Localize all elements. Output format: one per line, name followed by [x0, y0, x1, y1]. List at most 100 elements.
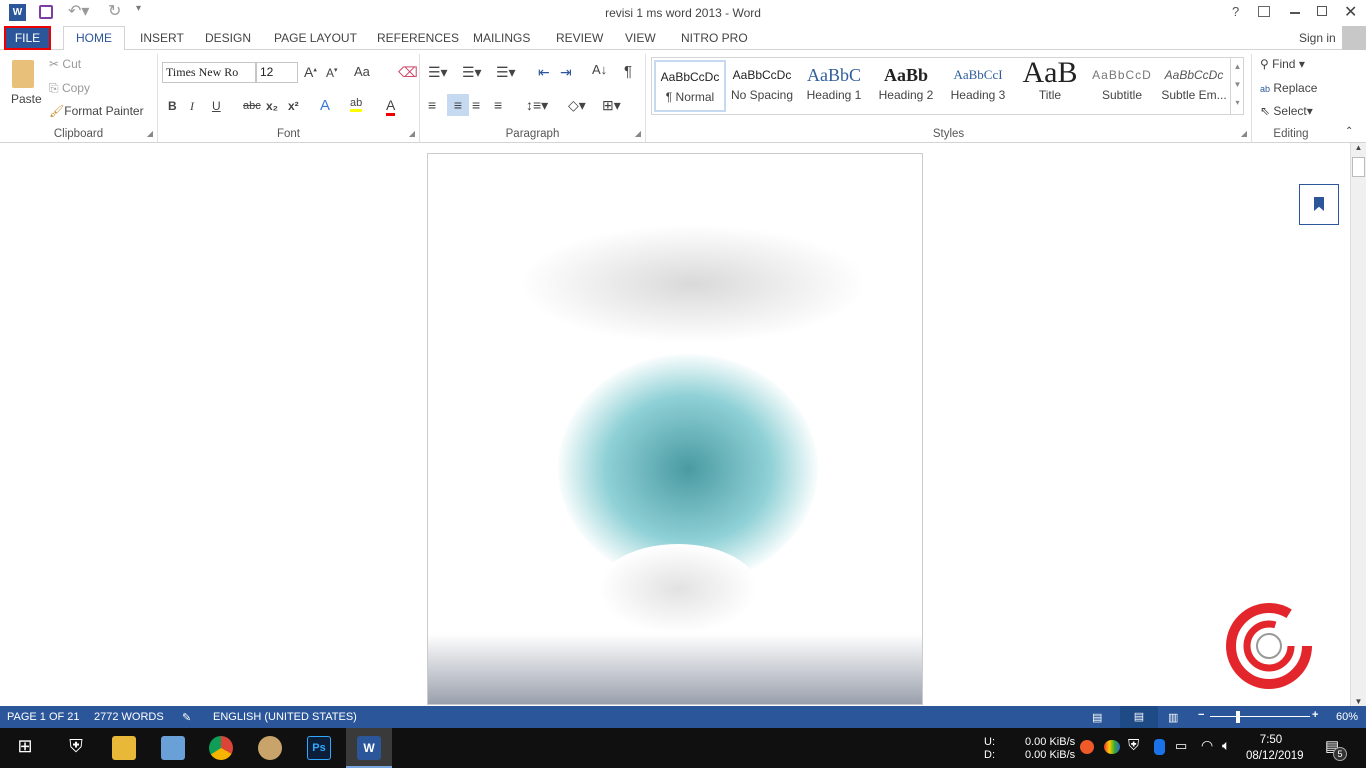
italic-button[interactable]: I: [190, 99, 194, 114]
tab-file[interactable]: FILE: [4, 26, 51, 50]
zoom-slider-thumb[interactable]: [1235, 711, 1240, 723]
security-shield-icon[interactable]: ⛨: [64, 736, 88, 760]
clipboard-launcher-icon[interactable]: ◢: [147, 129, 153, 138]
sort-icon[interactable]: A↓: [592, 62, 607, 77]
text-effects-icon[interactable]: A: [320, 97, 330, 114]
underline-button[interactable]: U: [212, 99, 221, 113]
cut-button[interactable]: ✂ Cut: [49, 57, 81, 71]
zoom-in-button[interactable]: +: [1312, 709, 1318, 721]
ribbon-display-options-icon[interactable]: [1258, 6, 1270, 17]
read-mode-icon[interactable]: ▤: [1092, 711, 1102, 724]
upload-tray-icon[interactable]: [1080, 740, 1094, 754]
font-name-combo[interactable]: Times New Ro: [162, 62, 256, 83]
numbering-icon[interactable]: ☰▾: [462, 64, 482, 81]
style-heading-1[interactable]: AaBbC Heading 1: [798, 60, 870, 112]
shading-icon[interactable]: ◇▾: [568, 97, 586, 114]
bluetooth-tray-icon[interactable]: [1154, 739, 1165, 755]
paint-icon[interactable]: [258, 736, 282, 760]
copy-button[interactable]: ⎘ Copy: [49, 81, 90, 96]
style-no-spacing[interactable]: AaBbCcDc No Spacing: [726, 60, 798, 112]
bold-button[interactable]: B: [168, 99, 177, 113]
photoshop-icon[interactable]: Ps: [307, 736, 331, 760]
restore-icon[interactable]: [1317, 6, 1327, 16]
photos-icon[interactable]: [161, 736, 185, 760]
find-button[interactable]: ⚲ Find ▾: [1260, 57, 1305, 71]
minimize-icon[interactable]: [1290, 12, 1300, 14]
collapse-ribbon-icon[interactable]: ⌃: [1345, 126, 1353, 137]
proofing-icon[interactable]: ✎: [182, 711, 191, 724]
chrome-icon[interactable]: [209, 736, 233, 760]
tab-home[interactable]: HOME: [63, 26, 125, 51]
avatar[interactable]: [1342, 26, 1366, 50]
bookmark-button[interactable]: [1299, 184, 1339, 225]
sign-in-link[interactable]: Sign in: [1299, 31, 1336, 45]
zoom-out-button[interactable]: −: [1198, 709, 1204, 721]
file-explorer-icon[interactable]: [112, 736, 136, 760]
vertical-scrollbar[interactable]: ▲ ▼: [1350, 143, 1366, 706]
line-spacing-icon[interactable]: ↕≡▾: [526, 97, 548, 114]
web-layout-icon[interactable]: ▥: [1168, 711, 1178, 724]
style-heading-2[interactable]: AaBb Heading 2: [870, 60, 942, 112]
font-launcher-icon[interactable]: ◢: [409, 129, 415, 138]
tab-review[interactable]: REVIEW: [556, 31, 603, 45]
multilevel-list-icon[interactable]: ☰▾: [496, 64, 516, 81]
style-title[interactable]: AaB Title: [1014, 60, 1086, 112]
download-manager-tray-icon[interactable]: [1104, 740, 1120, 754]
styles-scroll[interactable]: ▲ ▼ ▾: [1230, 58, 1244, 114]
paragraph-launcher-icon[interactable]: ◢: [635, 129, 641, 138]
format-painter-button[interactable]: 🖌Format Painter: [49, 104, 144, 118]
shrink-font-icon[interactable]: A▾: [326, 66, 338, 80]
print-layout-icon[interactable]: ▤: [1120, 706, 1158, 728]
borders-icon[interactable]: ⊞▾: [602, 97, 621, 114]
justify-icon[interactable]: ≡: [494, 97, 502, 113]
document-page[interactable]: [427, 153, 923, 705]
increase-indent-icon[interactable]: ⇥: [560, 64, 572, 81]
clock[interactable]: 7:50 08/12/2019: [1246, 732, 1304, 764]
paste-button[interactable]: Paste: [11, 92, 42, 106]
word-count[interactable]: 2772 WORDS: [94, 711, 164, 723]
windows-start-icon[interactable]: ⊞: [13, 736, 37, 760]
bullets-icon[interactable]: ☰▾: [428, 64, 448, 81]
style-subtle-emphasis[interactable]: AaBbCcDc Subtle Em...: [1158, 60, 1230, 112]
scroll-down-arrow-icon[interactable]: ▼: [1351, 697, 1366, 706]
superscript-button[interactable]: x²: [288, 99, 299, 113]
show-formatting-button[interactable]: ¶: [624, 63, 632, 80]
scroll-up-arrow-icon[interactable]: ▲: [1351, 143, 1366, 157]
scroll-down-icon[interactable]: ▼: [1231, 76, 1244, 94]
help-button[interactable]: ?: [1232, 4, 1239, 19]
clear-formatting-icon[interactable]: ⌫: [398, 64, 418, 81]
page-count[interactable]: PAGE 1 OF 21: [7, 711, 80, 723]
style-subtitle[interactable]: AaBbCcD Subtitle: [1086, 60, 1158, 112]
battery-tray-icon[interactable]: ▭: [1175, 738, 1187, 754]
decrease-indent-icon[interactable]: ⇤: [538, 64, 550, 81]
style-normal[interactable]: AaBbCcDc ¶ Normal: [654, 60, 726, 112]
grow-font-icon[interactable]: A▴: [304, 64, 317, 80]
tab-mailings[interactable]: MAILINGS: [473, 31, 530, 45]
tab-nitro-pro[interactable]: NITRO PRO: [681, 31, 748, 45]
tab-view[interactable]: VIEW: [625, 31, 656, 45]
align-right-icon[interactable]: ≡: [472, 97, 480, 113]
font-size-combo[interactable]: 12: [256, 62, 298, 83]
close-icon[interactable]: ✕: [1344, 2, 1357, 22]
change-case-button[interactable]: Aa: [354, 64, 370, 79]
more-styles-icon[interactable]: ▾: [1231, 94, 1244, 112]
wifi-tray-icon[interactable]: ◠: [1201, 737, 1213, 754]
select-button[interactable]: ⇖ Select▾: [1260, 104, 1313, 118]
style-heading-3[interactable]: AaBbCcI Heading 3: [942, 60, 1014, 112]
language[interactable]: ENGLISH (UNITED STATES): [213, 711, 357, 723]
tab-page-layout[interactable]: PAGE LAYOUT: [274, 31, 357, 45]
tab-design[interactable]: DESIGN: [205, 31, 251, 45]
styles-launcher-icon[interactable]: ◢: [1241, 129, 1247, 138]
highlight-color-icon[interactable]: ab: [350, 97, 363, 112]
subscript-button[interactable]: x₂: [266, 99, 278, 113]
tab-references[interactable]: REFERENCES: [377, 31, 459, 45]
align-center-icon[interactable]: ≡: [447, 94, 469, 116]
volume-tray-icon[interactable]: 🔈︎: [1222, 737, 1230, 754]
word-taskbar-button[interactable]: W: [346, 728, 392, 768]
scroll-up-icon[interactable]: ▲: [1231, 58, 1244, 76]
zoom-level[interactable]: 60%: [1336, 711, 1358, 723]
defender-tray-icon[interactable]: ⛨: [1128, 737, 1139, 754]
strikethrough-button[interactable]: abc: [243, 100, 261, 112]
zoom-slider[interactable]: [1210, 716, 1310, 717]
scroll-thumb[interactable]: [1352, 157, 1365, 177]
